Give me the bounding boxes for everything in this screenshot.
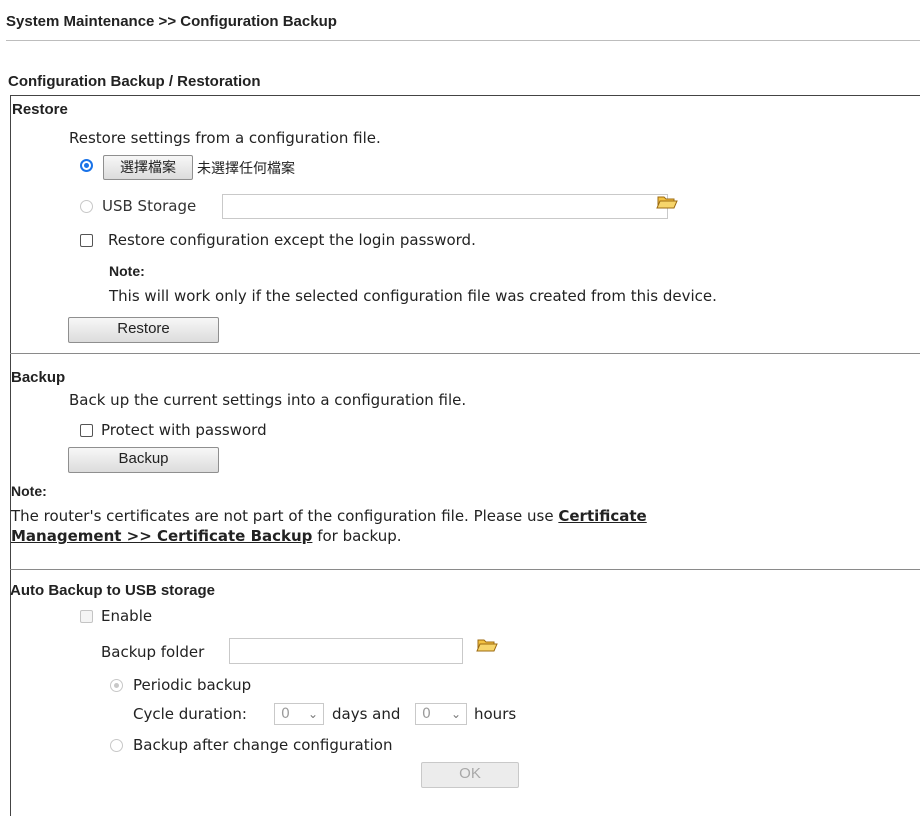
chevron-down-icon: ⌄ bbox=[307, 707, 318, 721]
ok-button[interactable]: OK bbox=[421, 762, 519, 788]
usb-storage-label: USB Storage bbox=[102, 197, 197, 215]
restore-from-file-radio[interactable] bbox=[80, 159, 93, 172]
days-and-label: days and bbox=[332, 705, 401, 723]
section-divider bbox=[10, 569, 920, 570]
page-title: System Maintenance >> Configuration Back… bbox=[6, 13, 337, 30]
cycle-duration-label: Cycle duration: bbox=[133, 705, 247, 723]
backup-note-line1: The router's certificates are not part o… bbox=[11, 507, 647, 525]
backup-note-text: The router's certificates are not part o… bbox=[11, 507, 559, 525]
choose-file-button[interactable]: 選擇檔案 bbox=[103, 155, 193, 180]
backup-note-suffix: for backup. bbox=[312, 527, 402, 545]
backup-note-line2: Management >> Certificate Backup for bac… bbox=[11, 527, 402, 545]
restore-note-text: This will work only if the selected conf… bbox=[109, 287, 717, 305]
backup-after-change-label: Backup after change configuration bbox=[133, 736, 393, 754]
backup-description: Back up the current settings into a conf… bbox=[69, 391, 467, 409]
backup-folder-label: Backup folder bbox=[101, 643, 205, 661]
chevron-down-icon: ⌄ bbox=[450, 707, 461, 721]
periodic-backup-label: Periodic backup bbox=[133, 676, 252, 694]
restore-from-usb-radio[interactable] bbox=[80, 200, 93, 213]
restore-except-password-label: Restore configuration except the login p… bbox=[108, 231, 476, 249]
enable-auto-backup-checkbox[interactable] bbox=[80, 610, 93, 623]
hours-label: hours bbox=[474, 705, 517, 723]
folder-open-icon[interactable] bbox=[476, 637, 498, 653]
backup-folder-field[interactable] bbox=[229, 638, 463, 664]
restore-heading: Restore bbox=[12, 101, 68, 118]
enable-label: Enable bbox=[101, 607, 153, 625]
backup-button[interactable]: Backup bbox=[68, 447, 219, 473]
days-select[interactable]: 0 ⌄ bbox=[274, 703, 324, 725]
hours-select[interactable]: 0 ⌄ bbox=[415, 703, 467, 725]
protect-password-label: Protect with password bbox=[101, 421, 267, 439]
section-divider bbox=[10, 353, 920, 354]
backup-heading: Backup bbox=[11, 369, 66, 386]
restore-except-password-checkbox[interactable] bbox=[80, 234, 93, 247]
restore-description: Restore settings from a configuration fi… bbox=[69, 129, 381, 147]
restore-note-label: Note: bbox=[109, 263, 145, 279]
no-file-chosen-text: 未選擇任何檔案 bbox=[197, 161, 295, 177]
usb-storage-path-field[interactable] bbox=[222, 194, 668, 219]
certificate-link-part1[interactable]: Certificate bbox=[558, 507, 646, 525]
periodic-backup-radio[interactable] bbox=[110, 679, 123, 692]
folder-open-icon[interactable] bbox=[656, 194, 678, 210]
restore-button[interactable]: Restore bbox=[68, 317, 219, 343]
certificate-backup-link[interactable]: Management >> Certificate Backup bbox=[11, 527, 312, 545]
backup-note-label: Note: bbox=[11, 483, 47, 499]
auto-backup-heading: Auto Backup to USB storage bbox=[10, 582, 216, 599]
hours-value: 0 bbox=[422, 706, 431, 722]
title-divider bbox=[6, 40, 920, 41]
backup-after-change-radio[interactable] bbox=[110, 739, 123, 752]
days-value: 0 bbox=[281, 706, 290, 722]
protect-password-checkbox[interactable] bbox=[80, 424, 93, 437]
box-title: Configuration Backup / Restoration bbox=[8, 73, 261, 90]
